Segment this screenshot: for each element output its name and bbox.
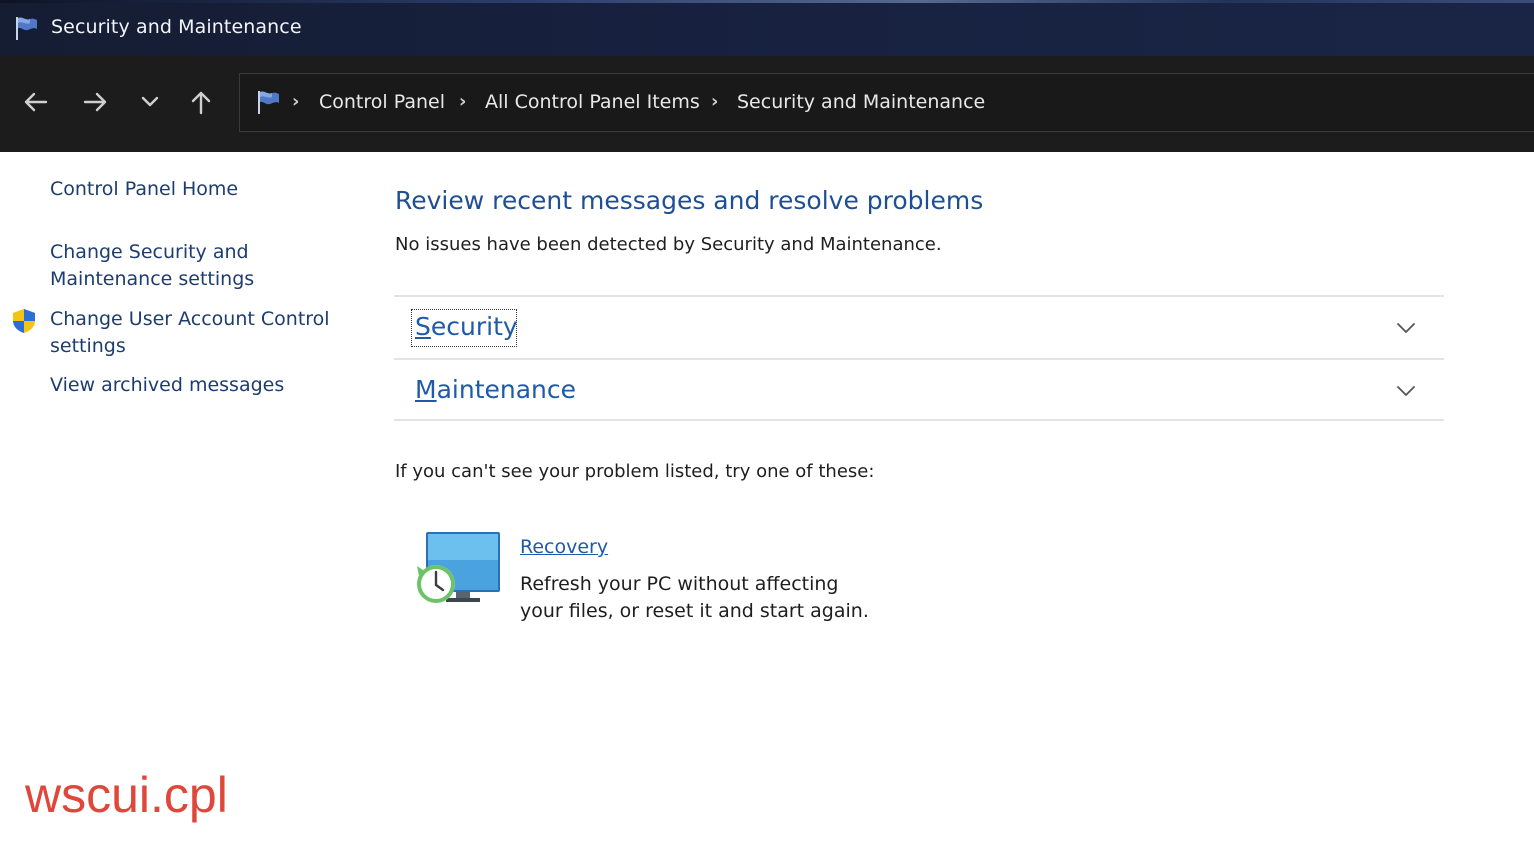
flag-icon [16,17,37,40]
breadcrumb-separator: › [711,91,719,112]
access-key-letter: S [415,312,431,341]
recovery-description-line1: Refresh your PC without affecting [520,573,839,595]
page-title: Review recent messages and resolve probl… [395,186,984,215]
security-section-title[interactable]: Security [415,312,518,341]
maintenance-section[interactable]: Maintenance [394,358,1444,421]
up-button[interactable] [185,86,217,118]
title-bar: Security and Maintenance [0,0,1534,56]
chevron-down-icon [141,96,159,107]
flag-icon [258,91,279,114]
recovery-icon[interactable] [410,528,506,612]
address-bar[interactable]: › Control Panel › All Control Panel Item… [239,73,1534,132]
breadcrumb-separator: › [292,91,300,112]
breadcrumb-security-and-maintenance[interactable]: Security and Maintenance [737,91,985,113]
back-arrow-icon [24,92,48,112]
change-security-settings-label-line2: Maintenance settings [50,268,255,290]
breadcrumb-all-control-panel-items[interactable]: All Control Panel Items [485,91,700,113]
breadcrumb-control-panel[interactable]: Control Panel [319,91,445,113]
view-archived-messages-label: View archived messages [50,374,285,396]
back-button[interactable] [19,86,51,118]
change-uac-settings-link[interactable]: Change User Account Control settings [50,306,330,360]
forward-arrow-icon [83,92,107,112]
uac-shield-icon [13,309,35,333]
maintenance-section-title[interactable]: Maintenance [415,375,576,404]
change-security-settings-label-line1: Change Security and [50,241,249,263]
recovery-description-line2: your files, or reset it and start again. [520,600,869,622]
recovery-description: Refresh your PC without affecting your f… [520,571,880,625]
recent-locations-button[interactable] [134,86,166,118]
section-title-rest: aintenance [436,375,577,404]
breadcrumb-separator: › [459,91,467,112]
change-uac-settings-label-line2: settings [50,335,126,357]
up-arrow-icon [191,91,211,115]
try-these-prompt: If you can't see your problem listed, tr… [395,461,875,482]
view-archived-messages-link[interactable]: View archived messages [50,372,284,399]
navigation-bar: › Control Panel › All Control Panel Item… [0,56,1534,152]
forward-button[interactable] [80,86,112,118]
access-key-letter: M [415,375,437,404]
section-title-rest: ecurity [430,312,518,341]
security-section[interactable]: Security [394,295,1444,358]
control-panel-home-label: Control Panel Home [50,178,239,200]
overlay-caption: wscui.cpl [25,767,228,823]
change-security-settings-link[interactable]: Change Security and Maintenance settings [50,239,254,293]
status-message: No issues have been detected by Security… [395,234,942,255]
recovery-link[interactable]: Recovery [520,536,608,558]
recovery-link-label-first: R [520,536,533,558]
window-title: Security and Maintenance [51,16,302,38]
control-panel-home-link[interactable]: Control Panel Home [50,176,238,203]
change-uac-settings-label-line1: Change User Account Control [50,308,330,330]
chevron-down-icon[interactable] [1394,319,1418,337]
recovery-link-label-rest: ecovery [532,536,609,558]
left-pane: Control Panel Home Change Security and M… [0,152,360,842]
chevron-down-icon[interactable] [1394,382,1418,400]
title-bar-edge [0,0,1534,3]
